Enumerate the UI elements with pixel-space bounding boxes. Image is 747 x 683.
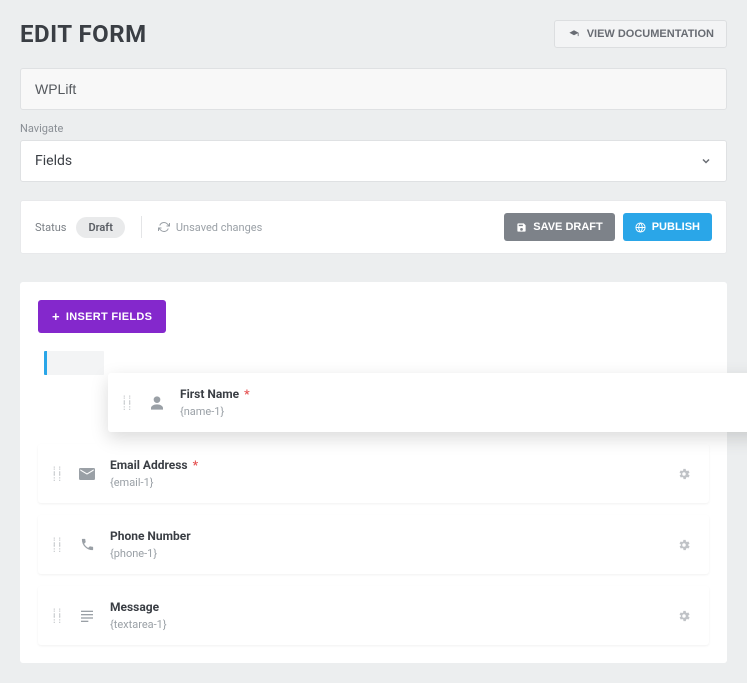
status-label: Status <box>35 221 66 234</box>
divider <box>141 216 142 238</box>
save-draft-button[interactable]: SAVE DRAFT <box>504 213 614 241</box>
gear-icon[interactable] <box>673 534 695 556</box>
phone-icon <box>78 537 96 552</box>
grip-icon[interactable]: ⁞⁞⁞⁞ <box>52 610 64 622</box>
grip-icon[interactable]: ⁞⁞⁞⁞ <box>52 468 64 480</box>
required-indicator: * <box>244 387 249 401</box>
publish-button[interactable]: PUBLISH <box>623 213 712 241</box>
grip-icon[interactable]: ⁞⁞⁞⁞ <box>122 397 134 409</box>
field-row[interactable]: ⁞⁞⁞⁞ Email Address * {email-1} <box>38 444 709 503</box>
person-icon <box>148 395 166 411</box>
field-merge-tag: {textarea-1} <box>110 618 673 631</box>
field-merge-tag: {phone-1} <box>110 547 673 560</box>
fields-panel: + INSERT FIELDS ⁞⁞⁞⁞ First Name * {name-… <box>20 282 727 663</box>
publish-label: PUBLISH <box>652 221 700 233</box>
field-label: Phone Number <box>110 529 191 543</box>
fields-list: ⁞⁞⁞⁞ First Name * {name-1} ⁞⁞⁞⁞ <box>20 351 727 663</box>
form-name-input[interactable] <box>20 68 727 110</box>
gear-icon[interactable] <box>673 463 695 485</box>
field-merge-tag: {email-1} <box>110 476 673 489</box>
navigate-select[interactable]: Fields <box>20 140 727 182</box>
field-merge-tag: {name-1} <box>180 405 743 418</box>
navigate-label: Navigate <box>20 122 727 135</box>
cap-icon <box>567 29 581 39</box>
drop-indicator <box>44 351 104 375</box>
unsaved-label: Unsaved changes <box>176 221 262 234</box>
field-label: Message <box>110 600 159 614</box>
required-indicator: * <box>193 458 198 472</box>
field-label: Email Address <box>110 458 188 472</box>
status-badge: Draft <box>76 217 124 238</box>
chevron-down-icon <box>700 155 712 167</box>
field-row[interactable]: ⁞⁞⁞⁞ Phone Number {phone-1} <box>38 515 709 574</box>
status-bar: Status Draft Unsaved changes SAVE DRAFT … <box>20 200 727 254</box>
plus-icon: + <box>52 309 60 324</box>
unsaved-changes: Unsaved changes <box>158 221 262 234</box>
mail-icon <box>78 468 96 480</box>
globe-icon <box>635 222 646 233</box>
gear-icon[interactable] <box>673 605 695 627</box>
view-documentation-label: VIEW DOCUMENTATION <box>587 28 714 40</box>
field-label: First Name <box>180 387 239 401</box>
refresh-icon <box>158 221 170 233</box>
insert-fields-label: INSERT FIELDS <box>66 311 152 323</box>
page-title: EDIT FORM <box>20 20 147 48</box>
insert-fields-button[interactable]: + INSERT FIELDS <box>38 300 166 333</box>
field-row[interactable]: ⁞⁞⁞⁞ Message {textarea-1} <box>38 586 709 645</box>
navigate-value: Fields <box>35 153 72 169</box>
gear-icon[interactable] <box>743 392 747 414</box>
save-icon <box>516 222 527 233</box>
grip-icon[interactable]: ⁞⁞⁞⁞ <box>52 539 64 551</box>
field-row[interactable]: ⁞⁞⁞⁞ First Name * {name-1} <box>108 373 747 432</box>
textarea-icon <box>78 609 96 623</box>
save-draft-label: SAVE DRAFT <box>533 221 602 233</box>
view-documentation-button[interactable]: VIEW DOCUMENTATION <box>554 20 727 48</box>
